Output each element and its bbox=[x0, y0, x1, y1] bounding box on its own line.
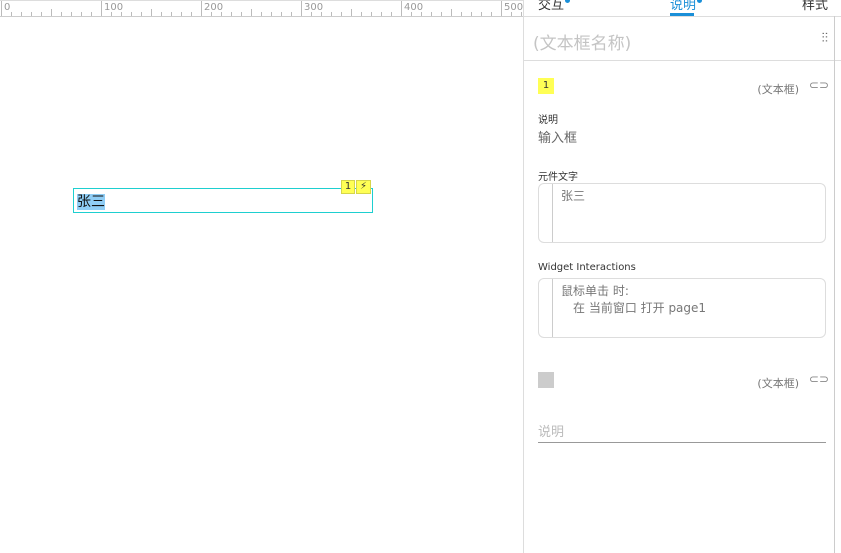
ruler-tick bbox=[191, 12, 192, 16]
ruler-tick bbox=[1, 1, 2, 16]
tab-style[interactable]: 样式 bbox=[802, 0, 828, 13]
ruler-tick bbox=[341, 12, 342, 16]
tab-interactions[interactable]: 交互 bbox=[538, 0, 571, 13]
ruler-tick bbox=[381, 12, 382, 16]
ruler-label: 200 bbox=[204, 2, 224, 13]
ruler-tick bbox=[481, 12, 482, 16]
lightning-icon[interactable]: ⚡ bbox=[356, 180, 371, 194]
desc-input[interactable]: 说明 bbox=[538, 421, 826, 443]
widget-name-header: (文本框名称) ⫶⫶ bbox=[524, 16, 841, 61]
text-field-widget[interactable]: 张三 1 ⚡ bbox=[73, 180, 373, 213]
ruler-tick bbox=[171, 12, 172, 16]
ruler-tick bbox=[491, 12, 492, 16]
dot-indicator bbox=[565, 0, 571, 3]
sliders-icon[interactable]: ⫶⫶ bbox=[822, 31, 829, 46]
ruler-tick bbox=[131, 12, 132, 16]
ruler-tick bbox=[451, 9, 452, 16]
widget-text-label: 元件文字 bbox=[538, 172, 578, 183]
ruler-tick bbox=[461, 12, 462, 16]
note-number-badge[interactable]: 1 bbox=[341, 180, 355, 194]
ruler-label: 0 bbox=[4, 2, 11, 13]
ruler-label: 100 bbox=[104, 2, 124, 13]
interactions-box[interactable]: 鼠标单击 时: 在 当前窗口 打开 page1 bbox=[538, 278, 826, 338]
ruler-tick bbox=[371, 12, 372, 16]
ruler-tick bbox=[51, 9, 52, 16]
widget-text: 张三 bbox=[77, 194, 105, 210]
ruler-tick bbox=[291, 12, 292, 16]
ruler-tick bbox=[231, 12, 232, 16]
ruler-tick bbox=[391, 12, 392, 16]
ruler-tick bbox=[281, 12, 282, 16]
ruler-tick bbox=[261, 12, 262, 16]
interaction-action: 在 当前窗口 打开 page1 bbox=[573, 301, 707, 315]
tab-notes[interactable]: 说明 bbox=[670, 0, 703, 13]
widget-type: (文本框) bbox=[757, 83, 799, 96]
ruler-tick bbox=[41, 12, 42, 16]
ruler-label: 500 bbox=[504, 2, 524, 13]
ruler-tick bbox=[271, 12, 272, 16]
ruler-tick bbox=[31, 12, 32, 16]
ruler-tick bbox=[101, 1, 102, 16]
widget-text-value: 张三 bbox=[561, 189, 586, 203]
dot-indicator bbox=[697, 0, 703, 3]
ruler-tick bbox=[431, 12, 432, 16]
ruler-label: 400 bbox=[404, 2, 424, 13]
paperclip-icon[interactable]: ⊂⊃ bbox=[809, 78, 829, 92]
ruler-tick bbox=[91, 12, 92, 16]
properties-panel: 交互 说明 样式 (文本框名称) ⫶⫶ 1 (文本框) ⊂⊃ 说明 输入框 元件… bbox=[523, 0, 841, 553]
ruler-tick bbox=[401, 1, 402, 16]
desc-value[interactable]: 输入框 bbox=[538, 127, 577, 146]
ruler-tick bbox=[11, 12, 12, 16]
paperclip-icon[interactable]: ⊂⊃ bbox=[809, 372, 829, 386]
widget-type: (文本框) bbox=[757, 377, 799, 390]
ruler-tick bbox=[201, 1, 202, 16]
note-color-swatch bbox=[538, 372, 554, 388]
interactions-label: Widget Interactions bbox=[538, 262, 636, 273]
ruler-tick bbox=[501, 1, 502, 16]
ruler-tick bbox=[161, 12, 162, 16]
ruler-tick bbox=[71, 12, 72, 16]
ruler-tick bbox=[471, 12, 472, 16]
note-number-badge: 1 bbox=[538, 78, 554, 94]
ruler-tick bbox=[181, 12, 182, 16]
ruler-tick bbox=[441, 12, 442, 16]
desc-label: 说明 bbox=[538, 115, 558, 126]
widget-name-input[interactable]: (文本框名称) bbox=[533, 29, 631, 54]
horizontal-ruler: 0 100 200 300 400 500 bbox=[0, 0, 524, 17]
tab-label: 交互 bbox=[538, 0, 565, 13]
ruler-tick bbox=[151, 9, 152, 16]
ruler-tick bbox=[301, 1, 302, 16]
tab-label: 说明 bbox=[670, 0, 697, 13]
scrollbar[interactable] bbox=[834, 16, 835, 553]
ruler-tick bbox=[241, 12, 242, 16]
ruler-tick bbox=[61, 12, 62, 16]
ruler-tick bbox=[361, 12, 362, 16]
ruler-tick bbox=[351, 9, 352, 16]
ruler-tick bbox=[251, 9, 252, 16]
ruler-tick bbox=[21, 12, 22, 16]
ruler-tick bbox=[81, 12, 82, 16]
widget-text-box[interactable]: 张三 bbox=[538, 183, 826, 243]
ruler-label: 300 bbox=[304, 2, 324, 13]
design-canvas[interactable]: 张三 1 ⚡ bbox=[0, 18, 523, 553]
ruler-tick bbox=[141, 12, 142, 16]
ruler-tick bbox=[331, 12, 332, 16]
tab-label: 样式 bbox=[802, 0, 829, 13]
interaction-event: 鼠标单击 时: bbox=[561, 284, 629, 298]
